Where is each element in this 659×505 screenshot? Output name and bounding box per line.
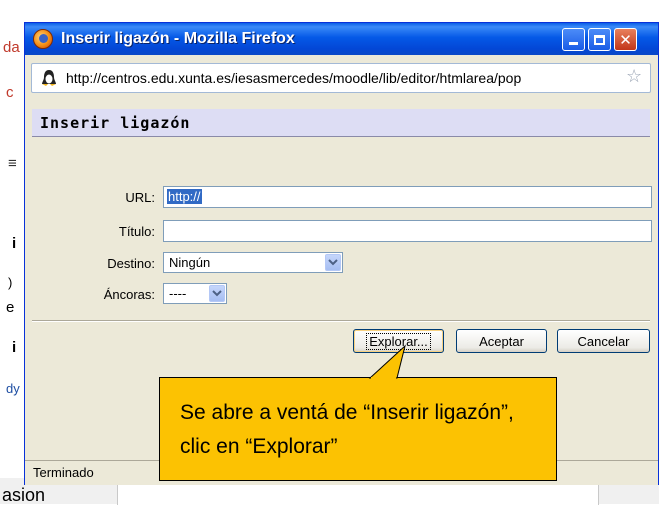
ok-button-label: Aceptar — [479, 333, 524, 349]
anchors-select-value: ---- — [169, 286, 187, 301]
linux-penguin-icon — [42, 70, 56, 86]
close-icon: ✕ — [619, 30, 632, 49]
background-text-fragment: c — [6, 84, 14, 101]
background-text-fragment: ) — [8, 275, 13, 290]
browse-button-label: Explorar... — [366, 332, 431, 350]
title-bar[interactable]: Inserir ligazón - Mozilla Firefox ✕ — [25, 23, 658, 55]
background-text-fragment: dy — [6, 381, 20, 396]
background-text-fragment: asion — [2, 485, 46, 505]
annotation-callout: Se abre a ventá de “Inserir ligazón”, cl… — [159, 377, 557, 481]
dialog-title: Inserir ligazón — [40, 114, 191, 132]
chevron-down-icon[interactable] — [325, 254, 341, 271]
target-select-value: Ningún — [169, 255, 211, 270]
background-text-fragment: ≡ — [8, 155, 17, 172]
title-input[interactable] — [163, 220, 652, 242]
firefox-icon — [33, 29, 53, 49]
target-select[interactable]: Ningún — [163, 252, 343, 273]
url-input[interactable]: http:// — [163, 186, 652, 208]
title-label: Título: — [118, 224, 155, 239]
background-page-top — [0, 0, 659, 9]
background-input — [117, 483, 599, 505]
close-button[interactable]: ✕ — [614, 28, 637, 51]
cancel-button[interactable]: Cancelar — [557, 329, 650, 353]
anchors-select[interactable]: ---- — [163, 283, 227, 304]
maximize-button[interactable] — [588, 28, 611, 51]
maximize-icon — [594, 34, 605, 45]
cancel-button-label: Cancelar — [577, 333, 630, 349]
callout-text: Se abre a ventá de “Inserir ligazón”, cl… — [180, 401, 514, 458]
address-url[interactable]: http://centros.edu.xunta.es/iesasmercede… — [66, 70, 616, 86]
separator — [32, 320, 650, 322]
anchors-label: Áncoras: — [103, 287, 155, 302]
ok-button[interactable]: Aceptar — [456, 329, 547, 353]
url-input-value: http:// — [167, 189, 202, 204]
minimize-icon — [569, 42, 578, 45]
background-text-fragment: e — [6, 299, 15, 316]
minimize-button[interactable] — [562, 28, 585, 51]
star-icon[interactable]: ☆ — [626, 68, 642, 86]
background-text-fragment: i — [12, 235, 17, 252]
url-label: URL: — [125, 190, 155, 205]
status-text: Terminado — [33, 465, 94, 480]
address-area: http://centros.edu.xunta.es/iesasmercede… — [25, 55, 658, 102]
dialog-heading: Inserir ligazón — [32, 109, 650, 137]
chevron-down-icon[interactable] — [209, 285, 225, 302]
address-bar[interactable]: http://centros.edu.xunta.es/iesasmercede… — [31, 63, 651, 93]
background-text-fragment: da — [3, 39, 20, 56]
background-text-fragment: i — [12, 339, 17, 356]
window-title: Inserir ligazón - Mozilla Firefox — [61, 30, 295, 47]
browse-button[interactable]: Explorar... — [353, 329, 444, 353]
target-label: Destino: — [107, 256, 155, 271]
